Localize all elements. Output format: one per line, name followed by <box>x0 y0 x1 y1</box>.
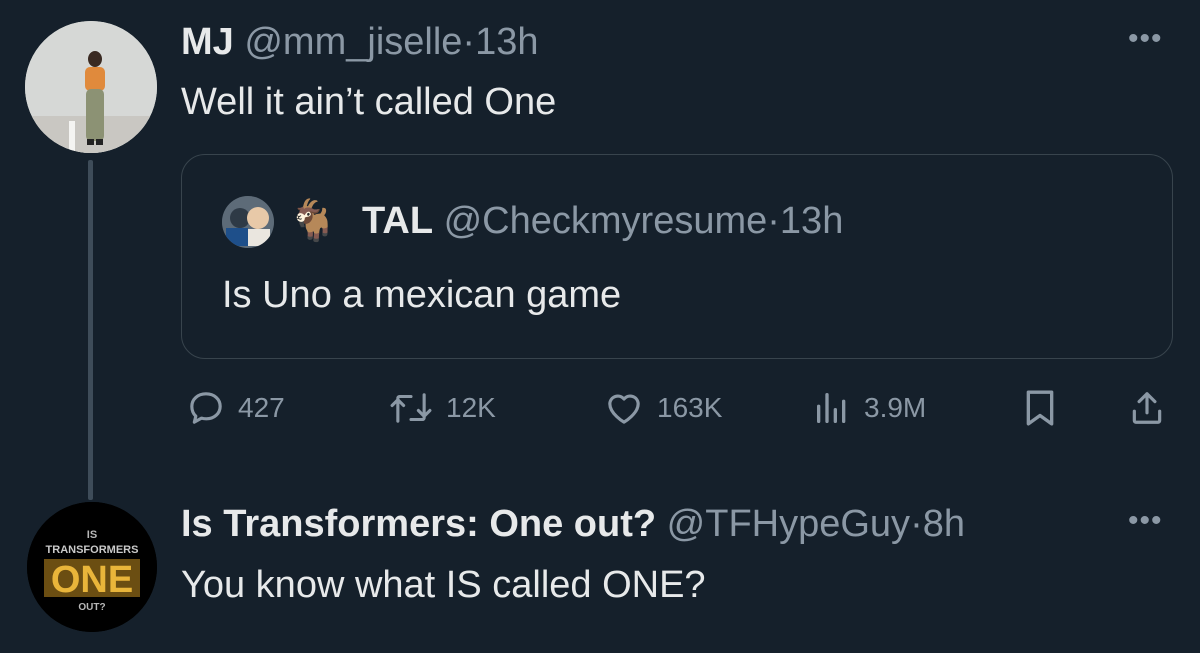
avatar-out-text: OUT? <box>78 602 105 613</box>
author-name[interactable]: MJ <box>181 21 234 63</box>
more-options-icon[interactable]: ••• <box>1128 22 1163 56</box>
heart-icon <box>608 394 640 424</box>
avatar-brand-text: TRANSFORMERS <box>46 544 139 556</box>
tweet1-header: MJ @mm_jiselle·13h <box>181 22 538 62</box>
author-handle[interactable]: @mm_jiselle <box>244 21 462 63</box>
tweet2-header: Is Transformers: One out? @TFHypeGuy·8h <box>181 504 965 544</box>
bookmark-button[interactable] <box>1022 388 1058 433</box>
separator-dot: · <box>910 503 923 545</box>
separator-dot: · <box>462 21 476 63</box>
quote-author-name[interactable]: TAL <box>362 200 433 242</box>
quote-header: TAL @Checkmyresume·13h <box>362 201 843 241</box>
retweet-button[interactable]: 12K <box>388 388 496 428</box>
like-count: 163K <box>657 392 723 423</box>
more-options-icon[interactable]: ••• <box>1128 504 1163 538</box>
bookmark-icon <box>1026 390 1054 426</box>
avatar-is-text: IS <box>87 529 97 541</box>
author-handle[interactable]: @TFHypeGuy <box>667 503 910 545</box>
timestamp[interactable]: 8h <box>923 503 965 545</box>
avatar-one-text: ONE <box>51 559 133 601</box>
quote-avatar[interactable] <box>222 196 274 248</box>
quote-author-handle[interactable]: @Checkmyresume <box>444 200 768 242</box>
share-button[interactable] <box>1128 388 1166 433</box>
separator-dot: · <box>767 200 780 242</box>
avatar-tfhypeguy[interactable]: IS TRANSFORMERS ONE OUT? <box>27 502 157 632</box>
quote-text: Is Uno a mexican game <box>222 274 622 316</box>
author-name[interactable]: Is Transformers: One out? <box>181 503 656 545</box>
retweet-icon <box>390 393 432 423</box>
views-button[interactable]: 3.9M <box>812 388 926 428</box>
goat-emoji: 🐐 <box>288 199 338 243</box>
share-icon <box>1132 392 1162 424</box>
timestamp[interactable]: 13h <box>475 21 538 63</box>
like-button[interactable]: 163K <box>603 388 722 428</box>
view-count: 3.9M <box>864 392 927 423</box>
tweet-text: You know what IS called ONE? <box>181 564 706 606</box>
avatar-mj[interactable] <box>25 21 157 153</box>
quote-timestamp[interactable]: 13h <box>780 200 843 242</box>
reply-count: 427 <box>238 392 285 423</box>
thread-line <box>88 160 93 500</box>
views-chart-icon <box>817 393 846 423</box>
quote-tweet-card[interactable] <box>181 154 1173 359</box>
tweet-text: Well it ain’t called One <box>181 81 557 123</box>
retweet-count: 12K <box>446 392 496 423</box>
reply-icon <box>190 392 222 424</box>
reply-button[interactable]: 427 <box>186 388 285 428</box>
